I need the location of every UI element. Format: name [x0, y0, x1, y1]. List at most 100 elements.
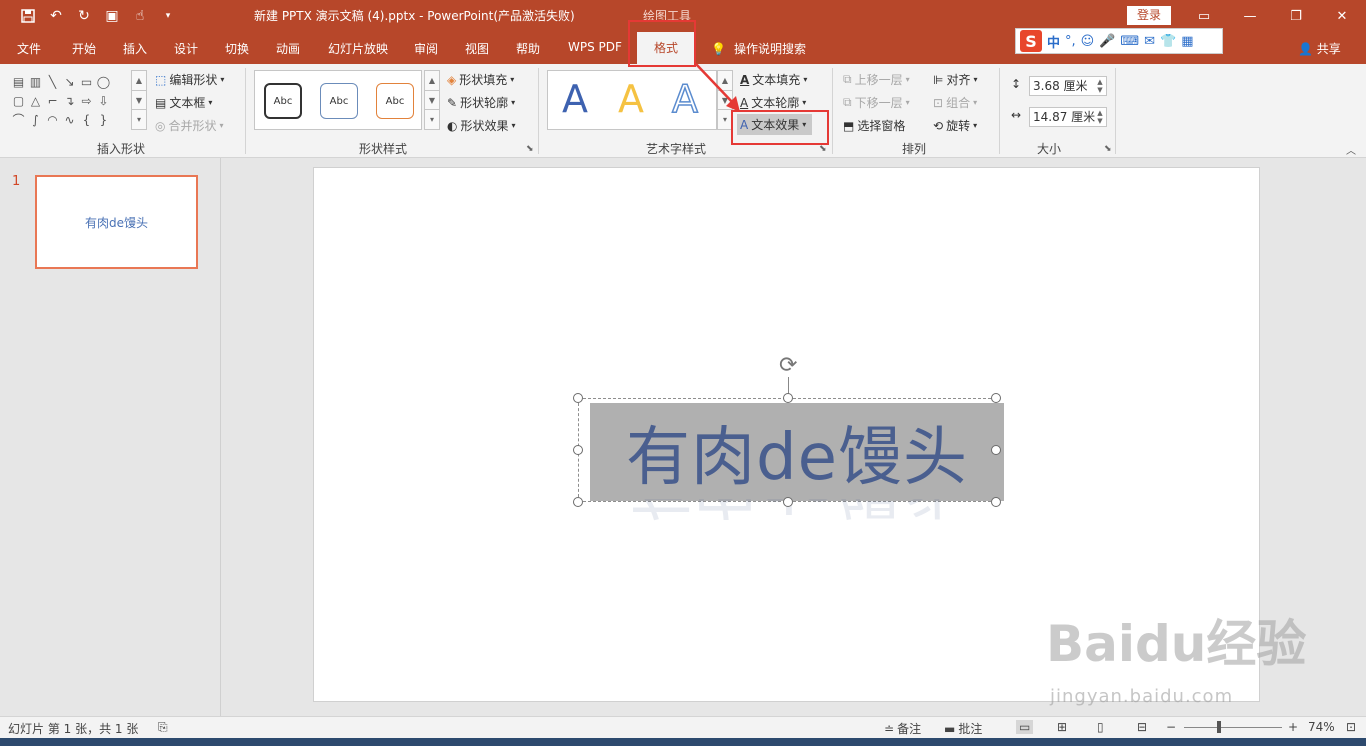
dialog-launcher-icon[interactable]: ⬊ — [819, 144, 827, 154]
tab-home[interactable]: 开始 — [72, 40, 96, 57]
tab-animations[interactable]: 动画 — [276, 40, 300, 57]
curve-shape-icon[interactable]: ∿ — [61, 110, 78, 129]
shape-fill-button[interactable]: ◈ 形状填充 ▾ — [447, 71, 514, 88]
slide-thumbnail[interactable]: 有肉de馒头 — [35, 175, 198, 269]
undo-icon[interactable]: ↶ — [44, 4, 68, 28]
present-icon[interactable]: ▣ — [100, 4, 124, 28]
resize-handle-right[interactable] — [991, 445, 1001, 455]
comments-button[interactable]: ▬ 批注 — [944, 720, 982, 737]
shape-width-input[interactable]: 14.87 厘米 ▲ ▼ — [1029, 107, 1107, 127]
save-icon[interactable] — [16, 4, 40, 28]
gallery-more-icon[interactable]: ▾ — [132, 110, 146, 129]
chevron-down-icon[interactable]: ▼ — [132, 91, 146, 111]
shape-style-gallery[interactable]: Abc Abc Abc — [254, 70, 422, 130]
shape-style-sample[interactable]: Abc — [320, 83, 358, 119]
tab-view[interactable]: 视图 — [465, 40, 489, 57]
oval-shape-icon[interactable]: ◯ — [95, 72, 112, 91]
tab-design[interactable]: 设计 — [174, 40, 198, 57]
tell-me-search[interactable]: 💡 操作说明搜索 — [711, 40, 806, 57]
fit-to-window-icon[interactable]: ⊡ — [1346, 720, 1356, 734]
sogou-logo-icon[interactable]: S — [1020, 30, 1042, 52]
freeform-shape-icon[interactable]: ⌒ — [10, 110, 27, 129]
width-spinner[interactable]: ▲ ▼ — [1095, 109, 1105, 125]
elbow-arrow-icon[interactable]: ↴ — [61, 91, 78, 110]
rectangle-shape-icon[interactable]: ▭ — [78, 72, 95, 91]
textbox-shape-icon[interactable]: ▤ — [10, 72, 27, 91]
rounded-rect-shape-icon[interactable]: ▢ — [10, 91, 27, 110]
align-button[interactable]: ⊫ 对齐 ▾ — [933, 71, 977, 88]
dialog-launcher-icon[interactable]: ⬊ — [1104, 144, 1112, 154]
arrow-line-shape-icon[interactable]: ↘ — [61, 72, 78, 91]
collapse-ribbon-icon[interactable]: ︿ — [1346, 142, 1356, 157]
notes-button[interactable]: ≐ 备注 — [884, 720, 921, 737]
tab-wps-pdf[interactable]: WPS PDF — [568, 40, 622, 54]
restore-icon[interactable]: ❐ — [1273, 4, 1319, 28]
shape-height-input[interactable]: 3.68 厘米 ▲ ▼ — [1029, 76, 1107, 96]
close-icon[interactable]: ✕ — [1319, 4, 1365, 28]
text-fill-button[interactable]: A 文本填充 ▾ — [740, 71, 807, 88]
tab-transitions[interactable]: 切换 — [225, 40, 249, 57]
bring-forward-button[interactable]: ⧉ 上移一层 ▾ — [843, 71, 910, 88]
shape-style-sample[interactable]: Abc — [264, 83, 302, 119]
resize-handle-bottom-left[interactable] — [573, 497, 583, 507]
zoom-in-icon[interactable]: + — [1288, 720, 1298, 734]
touch-icon[interactable]: ☝ — [128, 4, 152, 28]
scribble-shape-icon[interactable]: ∫ — [27, 110, 44, 129]
line-shape-icon[interactable]: ╲ — [44, 72, 61, 91]
left-brace-shape-icon[interactable]: { — [78, 110, 95, 129]
microphone-icon[interactable]: 🎤 — [1099, 34, 1115, 49]
tab-insert[interactable]: 插入 — [123, 40, 147, 57]
resize-handle-left[interactable] — [573, 445, 583, 455]
wordart-sample[interactable]: A — [618, 77, 644, 121]
group-button[interactable]: ⊡ 组合 ▾ — [933, 94, 977, 111]
right-arrow-shape-icon[interactable]: ⇨ — [78, 91, 95, 110]
rotate-handle-icon[interactable]: ⟳ — [779, 353, 797, 378]
elbow-connector-icon[interactable]: ⌐ — [44, 91, 61, 110]
gallery-more-icon[interactable]: ▾ — [425, 110, 439, 129]
menu-grid-icon[interactable]: ▦ — [1181, 34, 1193, 49]
wordart-text[interactable]: 有肉de馒头 — [626, 406, 968, 498]
normal-view-icon[interactable]: ▭ — [1016, 720, 1034, 734]
customize-icon[interactable]: ▾ — [156, 4, 180, 28]
shape-style-scroll[interactable]: ▲ ▼ ▾ — [424, 70, 440, 130]
right-brace-shape-icon[interactable]: } — [95, 110, 112, 129]
minimize-icon[interactable]: — — [1227, 4, 1273, 28]
edit-shape-button[interactable]: ⬚ 编辑形状 ▾ — [155, 71, 224, 88]
keyboard-icon[interactable]: ⌨ — [1120, 34, 1139, 49]
emoji-icon[interactable]: ☺ — [1081, 34, 1095, 49]
zoom-slider-thumb[interactable] — [1217, 721, 1221, 733]
accessibility-icon[interactable]: ⎘ — [158, 720, 168, 735]
reading-view-icon[interactable]: ▯ — [1097, 720, 1104, 734]
vertical-textbox-shape-icon[interactable]: ▥ — [27, 72, 44, 91]
zoom-out-icon[interactable]: − — [1166, 720, 1176, 734]
ime-mode[interactable]: 中 — [1047, 32, 1060, 51]
selected-text-highlight[interactable]: 有肉de馒头 — [590, 403, 1004, 501]
chevron-up-icon[interactable]: ▲ — [425, 71, 439, 91]
tab-help[interactable]: 帮助 — [516, 40, 540, 57]
ribbon-display-icon[interactable]: ▭ — [1181, 4, 1227, 28]
chevron-down-icon[interactable]: ▼ — [425, 91, 439, 111]
dialog-launcher-icon[interactable]: ⬊ — [526, 144, 534, 154]
toolbox-icon[interactable]: ✉ — [1144, 34, 1155, 49]
resize-handle-bottom[interactable] — [783, 497, 793, 507]
zoom-level[interactable]: 74% — [1308, 720, 1335, 734]
slide-sorter-icon[interactable]: ⊞ — [1057, 720, 1067, 734]
redo-icon[interactable]: ↻ — [72, 4, 96, 28]
skin-icon[interactable]: 👕 — [1160, 34, 1176, 49]
shape-effects-button[interactable]: ◐ 形状效果 ▾ — [447, 117, 516, 134]
shape-gallery-scroll[interactable]: ▲ ▼ ▾ — [131, 70, 147, 130]
shape-outline-button[interactable]: ✎ 形状轮廓 ▾ — [447, 94, 515, 111]
triangle-shape-icon[interactable]: △ — [27, 91, 44, 110]
chevron-up-icon[interactable]: ▲ — [132, 71, 146, 91]
rotate-button[interactable]: ⟲ 旋转 ▾ — [933, 117, 977, 134]
login-button[interactable]: 登录 — [1127, 6, 1171, 25]
wordart-textbox[interactable]: ⟳ 有肉de馒头 有肉de馒头 — [573, 353, 1004, 524]
merge-shapes-button[interactable]: ◎ 合并形状 ▾ — [155, 117, 224, 134]
send-backward-button[interactable]: ⧉ 下移一层 ▾ — [843, 94, 910, 111]
tab-review[interactable]: 审阅 — [414, 40, 438, 57]
resize-handle-top[interactable] — [783, 393, 793, 403]
resize-handle-top-left[interactable] — [573, 393, 583, 403]
textbox-button[interactable]: ▤ 文本框 ▾ — [155, 94, 212, 111]
zoom-slider-track[interactable] — [1184, 727, 1282, 728]
resize-handle-top-right[interactable] — [991, 393, 1001, 403]
